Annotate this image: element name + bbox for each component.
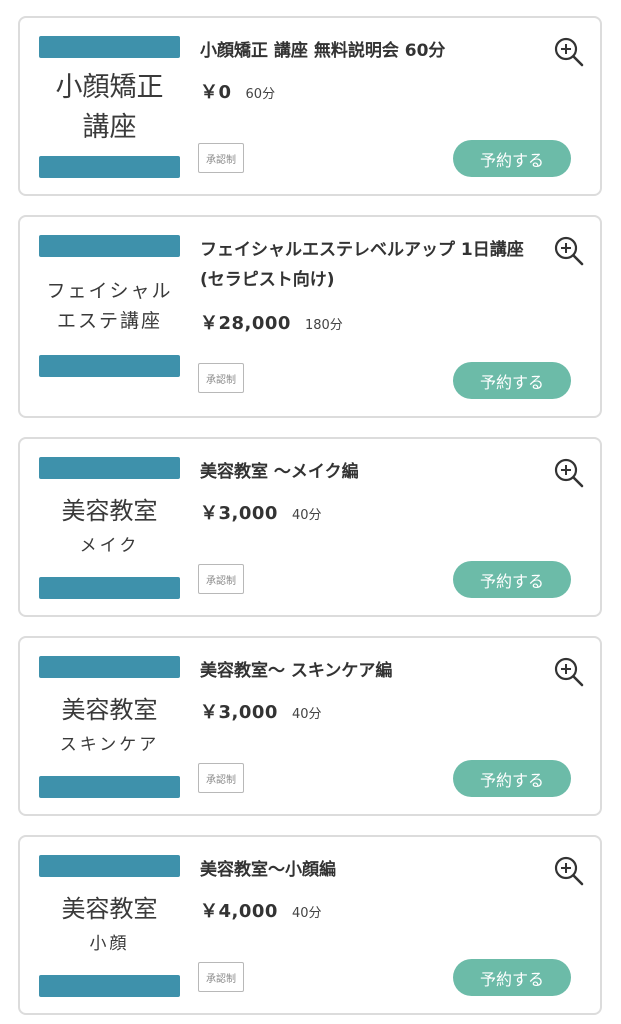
- course-duration: 40分: [291, 906, 322, 921]
- thumbnail-text: 講座: [82, 112, 137, 143]
- thumbnail-bar: [39, 36, 180, 58]
- reserve-button[interactable]: 予約する: [453, 561, 571, 598]
- course-card: 美容教室 スキンケア 美容教室〜 スキンケア編 ￥3,000 40分 承認制 予約…: [18, 636, 602, 816]
- approval-badge: 承認制: [198, 564, 244, 594]
- thumbnail-text: フェイシャル: [46, 280, 173, 302]
- course-title[interactable]: 美容教室 〜メイク編: [200, 457, 540, 487]
- course-price: ￥4,000: [200, 901, 278, 922]
- thumbnail-text: スキンケア: [59, 735, 160, 755]
- course-duration: 60分: [245, 87, 276, 102]
- course-card: フェイシャル エステ講座 フェイシャルエステレベルアップ 1日講座 (セラピスト…: [18, 215, 602, 418]
- thumbnail-bar: [39, 457, 180, 479]
- reserve-button[interactable]: 予約する: [453, 362, 571, 399]
- price-row: ￥3,000 40分: [200, 698, 321, 724]
- reserve-button[interactable]: 予約する: [453, 140, 571, 177]
- thumbnail-text: メイク: [79, 536, 140, 556]
- course-duration: 40分: [291, 508, 322, 523]
- course-title[interactable]: フェイシャルエステレベルアップ 1日講座 (セラピスト向け): [200, 235, 540, 295]
- thumbnail-text: 美容教室: [61, 497, 158, 525]
- course-card: 美容教室 小顔 美容教室〜小顔編 ￥4,000 40分 承認制 予約する: [18, 835, 602, 1015]
- course-price: ￥0: [200, 82, 232, 103]
- reserve-button[interactable]: 予約する: [453, 959, 571, 996]
- course-card: 小顔矯正 講座 小顔矯正 講座 無料説明会 60分 ￥0 60分 承認制 予約する: [18, 16, 602, 196]
- course-card: 美容教室 メイク 美容教室 〜メイク編 ￥3,000 40分 承認制 予約する: [18, 437, 602, 617]
- course-price: ￥3,000: [200, 702, 278, 723]
- thumbnail-bar: [39, 776, 180, 798]
- thumbnail-bar: [39, 855, 180, 877]
- price-row: ￥0 60分: [200, 78, 275, 104]
- approval-badge: 承認制: [198, 763, 244, 793]
- thumbnail-bar: [39, 656, 180, 678]
- course-thumbnail: 美容教室 メイク: [39, 457, 180, 599]
- thumbnail-bar: [39, 355, 180, 377]
- course-price: ￥3,000: [200, 503, 278, 524]
- reserve-button[interactable]: 予約する: [453, 760, 571, 797]
- price-row: ￥4,000 40分: [200, 897, 321, 923]
- course-duration: 180分: [304, 318, 343, 333]
- course-thumbnail: 小顔矯正 講座: [39, 36, 180, 178]
- course-thumbnail: 美容教室 小顔: [39, 855, 180, 997]
- approval-badge: 承認制: [198, 363, 244, 393]
- thumbnail-text: 小顔: [89, 934, 130, 954]
- course-title[interactable]: 小顔矯正 講座 無料説明会 60分: [200, 36, 540, 66]
- course-thumbnail: フェイシャル エステ講座: [39, 235, 180, 377]
- thumbnail-text: エステ講座: [56, 310, 162, 332]
- zoom-in-icon[interactable]: [553, 457, 585, 489]
- course-title[interactable]: 美容教室〜小顔編: [200, 855, 540, 885]
- approval-badge: 承認制: [198, 143, 244, 173]
- course-price: ￥28,000: [200, 313, 291, 334]
- thumbnail-bar: [39, 156, 180, 178]
- price-row: ￥3,000 40分: [200, 499, 321, 525]
- price-row: ￥28,000 180分: [200, 309, 343, 335]
- zoom-in-icon[interactable]: [553, 235, 585, 267]
- thumbnail-bar: [39, 975, 180, 997]
- zoom-in-icon[interactable]: [553, 855, 585, 887]
- thumbnail-text: 美容教室: [61, 895, 158, 923]
- course-duration: 40分: [291, 707, 322, 722]
- course-title[interactable]: 美容教室〜 スキンケア編: [200, 656, 540, 686]
- course-thumbnail: 美容教室 スキンケア: [39, 656, 180, 798]
- thumbnail-bar: [39, 577, 180, 599]
- thumbnail-text: 小顔矯正: [55, 72, 164, 103]
- zoom-in-icon[interactable]: [553, 36, 585, 68]
- zoom-in-icon[interactable]: [553, 656, 585, 688]
- approval-badge: 承認制: [198, 962, 244, 992]
- thumbnail-text: 美容教室: [61, 696, 158, 724]
- thumbnail-bar: [39, 235, 180, 257]
